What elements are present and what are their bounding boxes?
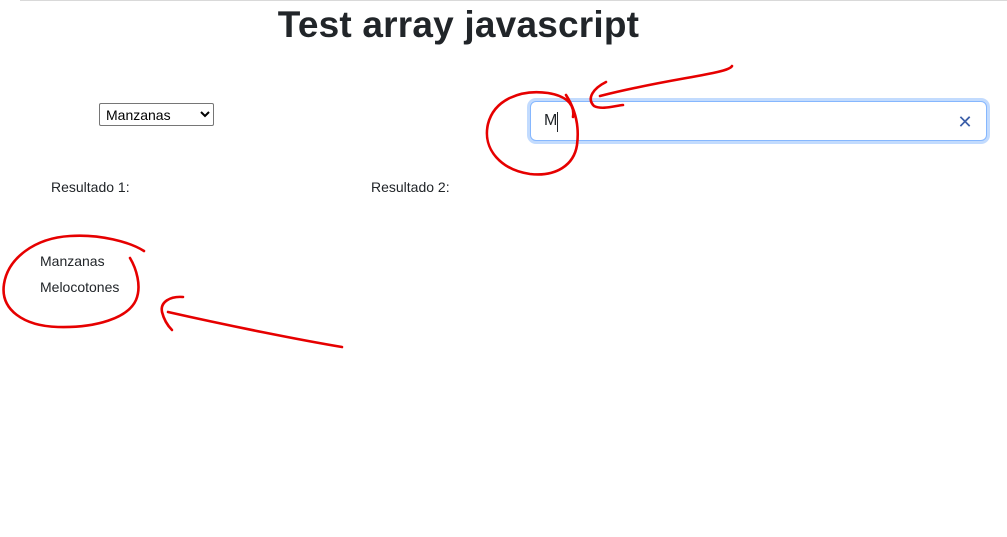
annotation-arrow-head-results	[160, 295, 185, 332]
page-title: Test array javascript	[277, 4, 640, 45]
list-item: Manzanas	[40, 253, 105, 269]
text-cursor	[557, 112, 558, 132]
top-divider	[20, 0, 1007, 1]
list-item: Melocotones	[40, 279, 120, 295]
annotation-layer	[2, 64, 734, 349]
annotation-arrow-search	[598, 64, 734, 98]
search-field[interactable]	[530, 101, 987, 141]
annotation-arrow-results	[166, 310, 344, 349]
fruit-select[interactable]: Manzanas	[99, 103, 214, 126]
result-1-label: Resultado 1:	[51, 179, 130, 195]
search-input[interactable]	[531, 102, 941, 140]
page: Test array javascript Manzanas ✕ Resulta…	[0, 0, 1007, 537]
result-1-list: Manzanas Melocotones	[40, 252, 119, 304]
close-icon[interactable]: ✕	[955, 112, 975, 132]
result-2-label: Resultado 2:	[371, 179, 450, 195]
